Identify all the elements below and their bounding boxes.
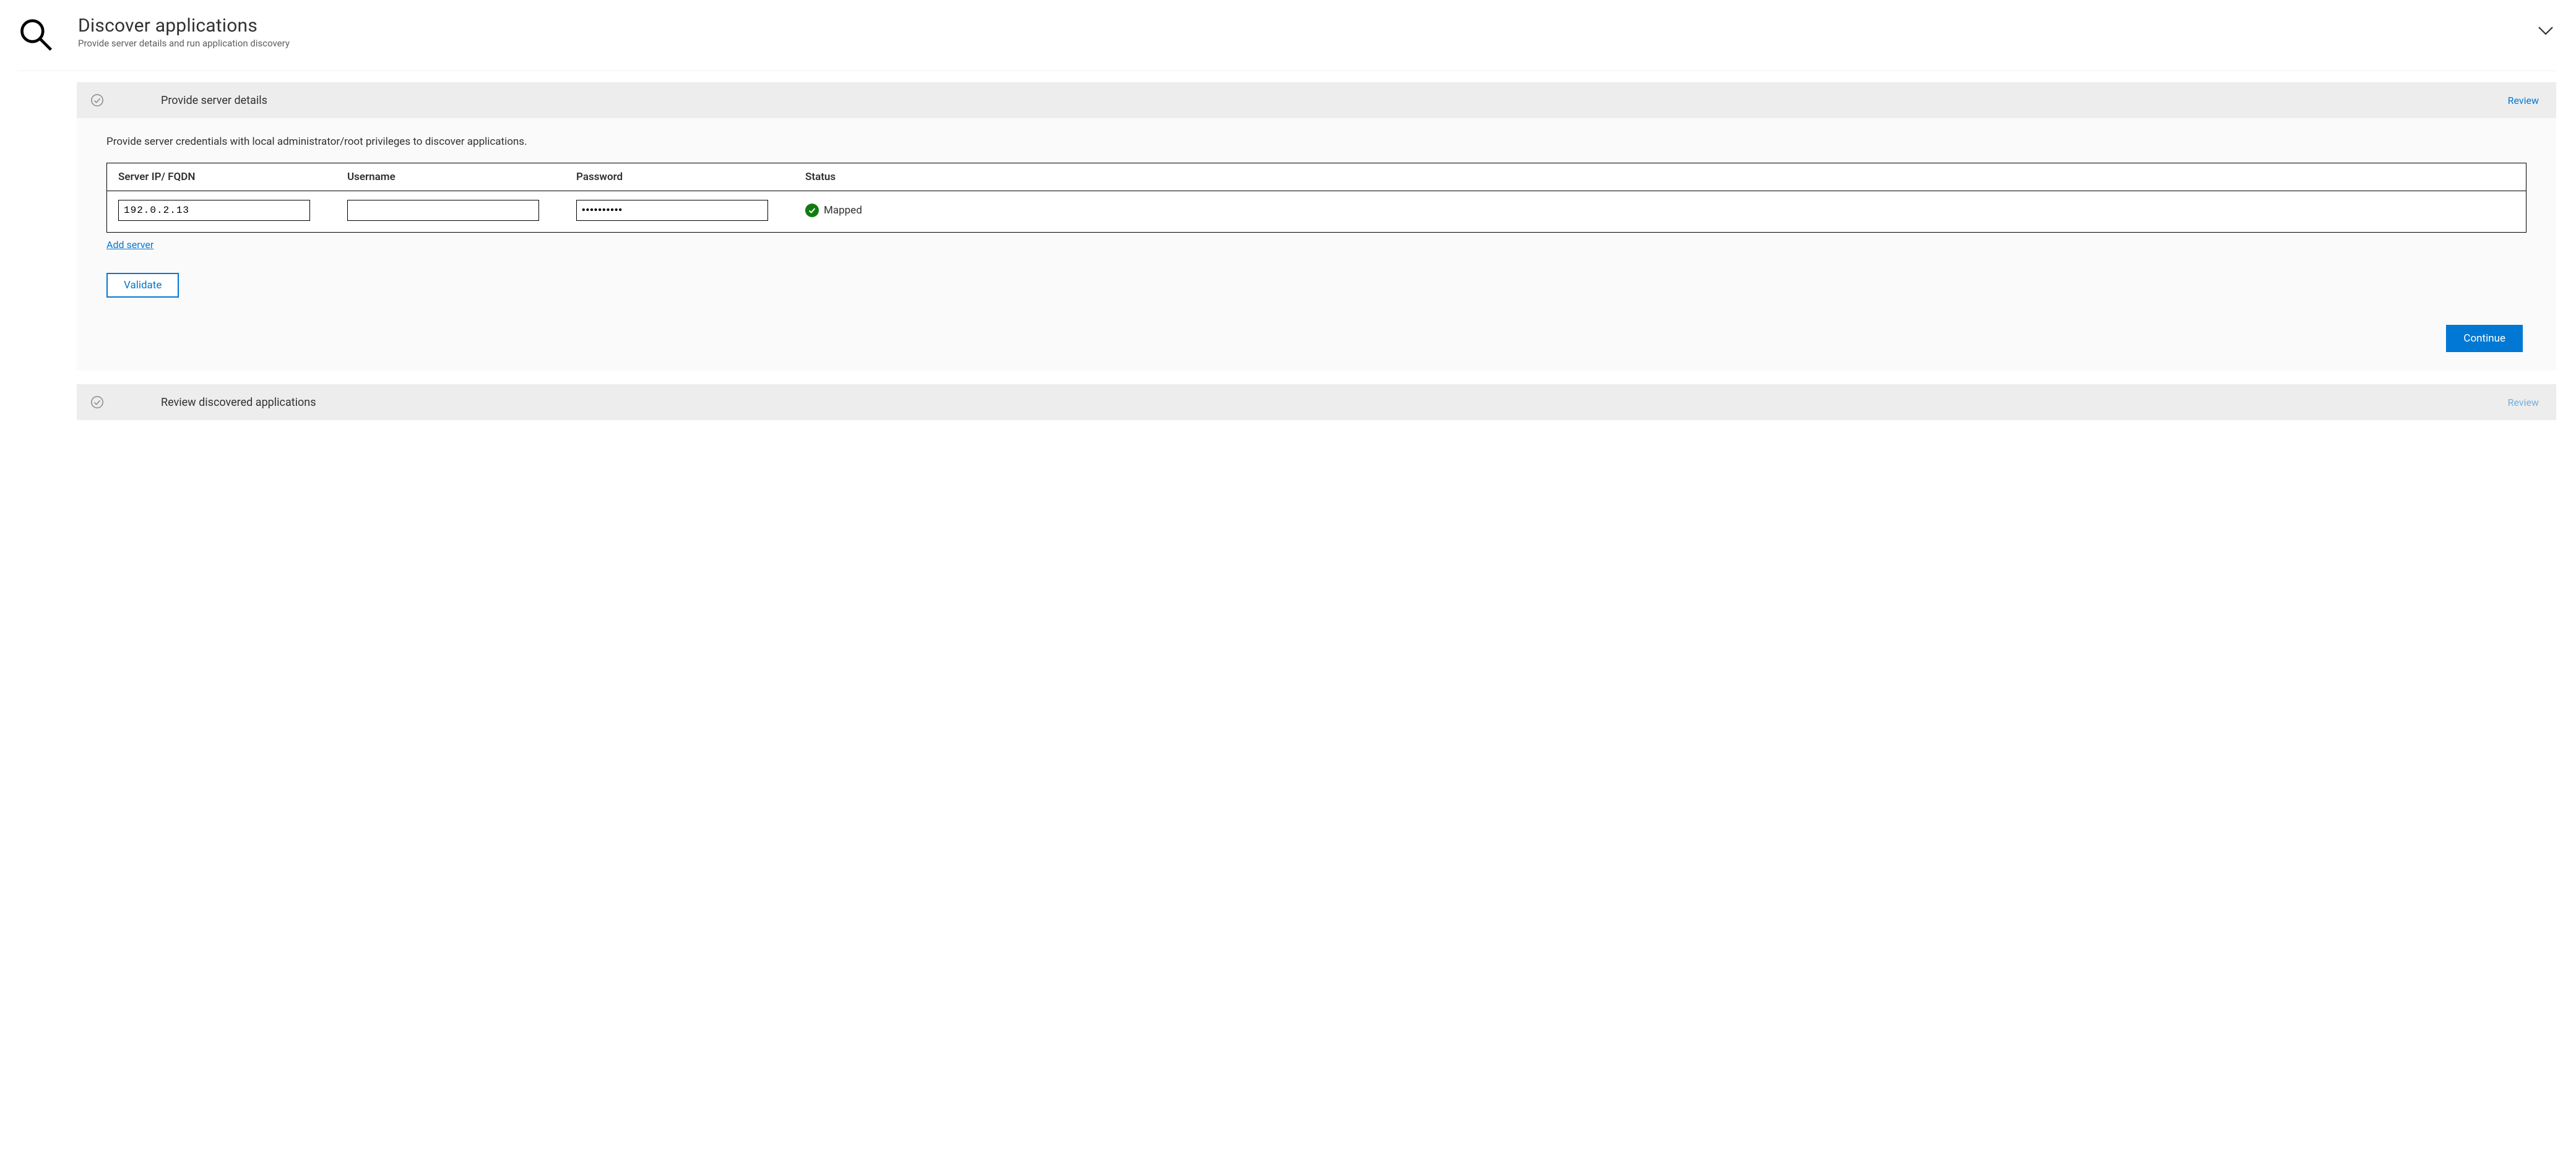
table-row: Mapped xyxy=(107,191,2526,232)
status-label: Mapped xyxy=(824,204,862,217)
step-complete-icon xyxy=(90,93,104,107)
step-header-review-apps: Review discovered applications Review xyxy=(77,384,2556,420)
step-review-link-review-apps[interactable]: Review xyxy=(2508,397,2539,408)
page-header: Discover applications Provide server det… xyxy=(17,15,2556,71)
step-body-server-details: Provide server credentials with local ad… xyxy=(77,118,2556,371)
collapse-toggle[interactable] xyxy=(2535,20,2556,41)
instruction-text: Provide server credentials with local ad… xyxy=(106,136,2526,148)
step-title-server-details: Provide server details xyxy=(161,94,2508,107)
continue-button[interactable]: Continue xyxy=(2446,325,2523,352)
servers-table: Server IP/ FQDN Username Password Status xyxy=(106,163,2526,233)
page-title: Discover applications xyxy=(78,15,2512,37)
cell-status: Mapped xyxy=(805,204,2515,217)
password-input[interactable] xyxy=(576,200,768,221)
username-input[interactable] xyxy=(347,200,539,221)
validate-button[interactable]: Validate xyxy=(106,273,179,298)
col-server-ip: Server IP/ FQDN xyxy=(118,171,347,183)
server-ip-input[interactable] xyxy=(118,200,310,221)
step-title-review-apps: Review discovered applications xyxy=(161,396,2508,409)
cell-password xyxy=(576,200,805,221)
search-icon xyxy=(17,16,54,53)
step-pending-icon xyxy=(90,395,104,409)
page-subtitle: Provide server details and run applicati… xyxy=(78,38,2512,49)
table-header: Server IP/ FQDN Username Password Status xyxy=(107,163,2526,191)
step-server-details: Provide server details Review Provide se… xyxy=(77,82,2556,371)
col-status: Status xyxy=(805,171,2515,183)
col-username: Username xyxy=(347,171,576,183)
step-review-apps: Review discovered applications Review xyxy=(77,384,2556,420)
add-server-link[interactable]: Add server xyxy=(106,239,153,251)
cell-server-ip xyxy=(118,200,347,221)
status-success-icon xyxy=(805,204,819,217)
step-header-server-details: Provide server details Review xyxy=(77,82,2556,118)
cell-username xyxy=(347,200,576,221)
step-review-link-server-details[interactable]: Review xyxy=(2508,95,2539,106)
col-password: Password xyxy=(576,171,805,183)
